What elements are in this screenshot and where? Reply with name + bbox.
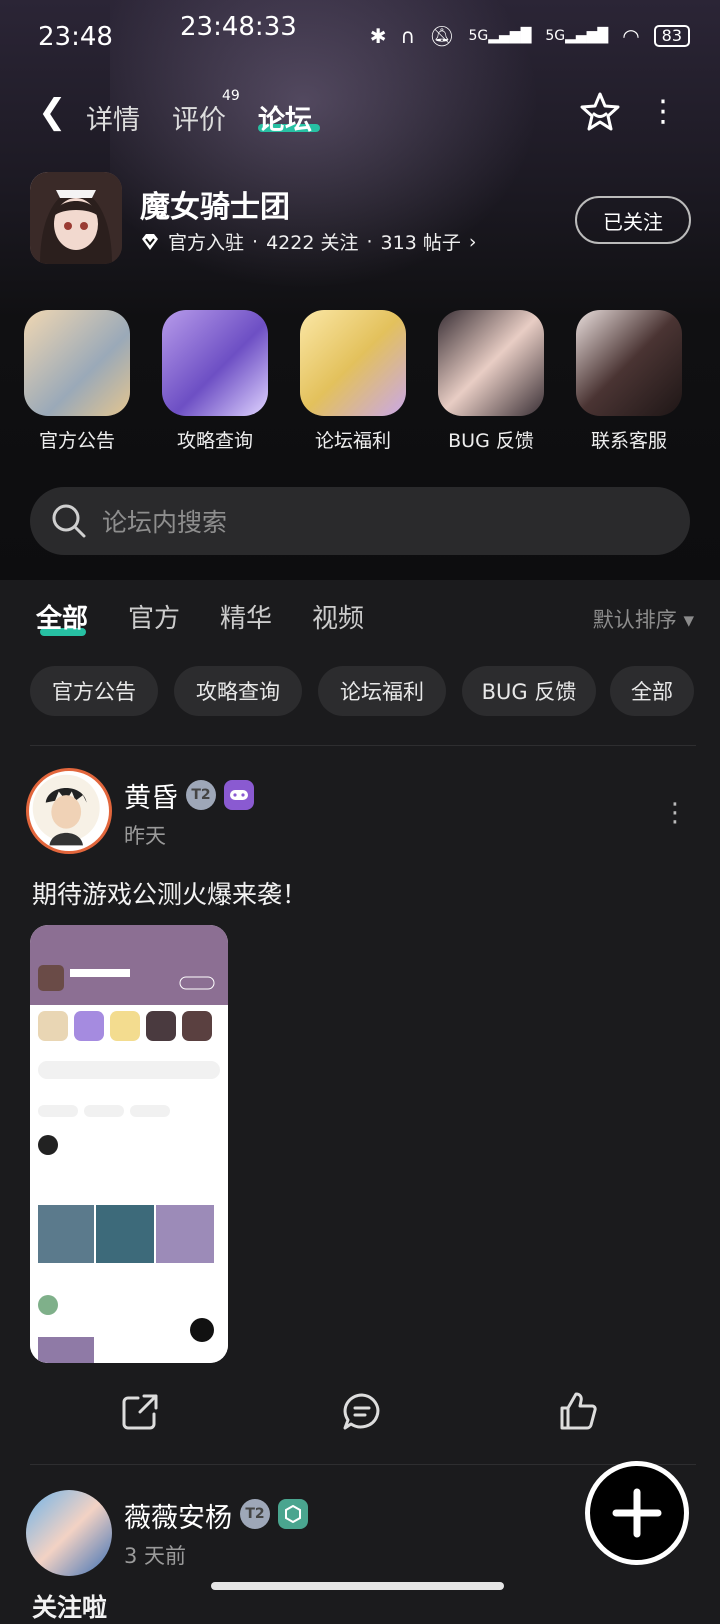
filter-tab-all[interactable]: 全部	[36, 598, 88, 635]
filter-tab-official[interactable]: 官方	[128, 598, 180, 635]
chip-all[interactable]: 全部	[610, 666, 694, 716]
separator-dot: ·	[366, 230, 373, 253]
quick-link-bug-report[interactable]: BUG 反馈	[436, 310, 546, 453]
quick-link-label: 论坛福利	[314, 430, 391, 452]
create-post-button[interactable]	[585, 1461, 689, 1565]
search-placeholder: 论坛内搜索	[102, 508, 228, 537]
sort-dropdown[interactable]: 默认排序 ▾	[593, 604, 694, 634]
customer-service-thumbnail	[576, 310, 682, 416]
post-author-avatar[interactable]	[26, 1490, 112, 1576]
separator-dot: ·	[252, 230, 259, 253]
plus-icon	[612, 1488, 662, 1538]
benefits-thumbnail	[300, 310, 406, 416]
status-icons: ✱ ∩ 🔕︎ 5G▂▄▆█ 5G▂▄▆█ ◠ 83	[370, 24, 690, 48]
app-icon	[30, 172, 122, 264]
quick-link-guides[interactable]: 攻略查询	[160, 310, 270, 453]
filter-tabs: 全部 官方 精华 视频 默认排序 ▾	[0, 598, 720, 648]
quick-link-label: 官方公告	[38, 430, 115, 452]
followers-count[interactable]: 4222 关注	[266, 228, 358, 255]
wifi-icon: ◠	[622, 24, 640, 48]
post-text[interactable]: 期待游戏公测火爆来袭！	[32, 875, 307, 911]
post-divider	[30, 1464, 696, 1465]
post-text[interactable]: 关注啦	[32, 1588, 107, 1624]
post-more-icon[interactable]: ⋮	[662, 798, 688, 828]
forum-stats: 官方入驻 · 4222 关注 · 313 帖子 ›	[140, 228, 476, 255]
quick-link-label: BUG 反馈	[448, 430, 534, 452]
verified-diamond-icon	[142, 233, 158, 250]
post-author-name[interactable]: 黄昏	[124, 776, 178, 815]
mute-icon: 🔕︎	[429, 24, 455, 48]
posts-count[interactable]: 313 帖子	[381, 228, 461, 255]
guides-thumbnail	[162, 310, 268, 416]
share-icon[interactable]	[118, 1390, 162, 1434]
section-divider	[30, 745, 696, 746]
official-label: 官方入驻	[168, 232, 245, 254]
like-icon[interactable]	[556, 1390, 600, 1434]
gamer-badge-icon	[224, 780, 254, 810]
post-author-name[interactable]: 薇薇安杨	[124, 1496, 232, 1535]
back-arrow-icon[interactable]: ❮	[38, 92, 67, 132]
post-time: 昨天	[124, 824, 166, 848]
status-bar: 23:48 23:48:33 ✱ ∩ 🔕︎ 5G▂▄▆█ 5G▂▄▆█ ◠ 83	[0, 0, 720, 80]
reviews-count-badge: 49	[222, 88, 240, 104]
announcements-thumbnail	[24, 310, 130, 416]
dropdown-arrow-icon: ▾	[683, 608, 694, 632]
quick-link-label: 联系客服	[590, 430, 667, 452]
post-author-avatar[interactable]	[26, 768, 112, 854]
more-options-icon[interactable]: ⋮	[648, 94, 678, 129]
quick-link-benefits[interactable]: 论坛福利	[298, 310, 408, 453]
battery-icon: 83	[653, 25, 690, 47]
level-badge-icon: T2	[240, 1499, 270, 1529]
signal-icon-2: 5G▂▄▆█	[545, 28, 609, 44]
tab-reviews[interactable]: 评价	[172, 98, 226, 137]
bluetooth-icon: ✱	[369, 24, 387, 48]
tab-forum[interactable]: 论坛	[258, 98, 312, 137]
chip-benefits[interactable]: 论坛福利	[318, 666, 446, 716]
search-icon	[52, 504, 86, 538]
forum-search-bar[interactable]: 论坛内搜索	[30, 487, 690, 555]
forum-title: 魔女骑士团	[140, 190, 290, 225]
post-time: 3 天前	[124, 1544, 187, 1568]
chip-bug-report[interactable]: BUG 反馈	[462, 666, 596, 716]
filter-tab-video[interactable]: 视频	[312, 598, 364, 635]
top-nav: ❮ 详情 评价 49 论坛 ⋮	[0, 88, 720, 138]
level-badge-icon: T2	[186, 780, 216, 810]
guild-badge-icon	[278, 1499, 308, 1529]
status-time: 23:48	[38, 22, 113, 52]
comment-icon[interactable]	[340, 1390, 384, 1434]
filter-tab-featured[interactable]: 精华	[220, 598, 272, 635]
bug-report-thumbnail	[438, 310, 544, 416]
tab-details[interactable]: 详情	[86, 98, 140, 137]
home-indicator[interactable]	[211, 1582, 504, 1590]
chip-guides[interactable]: 攻略查询	[174, 666, 302, 716]
embedded-screenshot-thumbnail	[30, 925, 228, 1363]
quick-link-label: 攻略查询	[176, 430, 253, 452]
chip-announcements[interactable]: 官方公告	[30, 666, 158, 716]
signal-icon: 5G▂▄▆█	[468, 28, 532, 44]
follow-button[interactable]: 已关注	[575, 196, 691, 244]
earbuds-icon: ∩	[400, 24, 416, 48]
overlay-clock: 23:48:33	[180, 12, 297, 42]
quick-link-customer-service[interactable]: 联系客服	[574, 310, 684, 453]
post-screenshot-image[interactable]	[30, 925, 228, 1363]
quick-link-announcements[interactable]: 官方公告	[22, 310, 132, 453]
favorite-star-icon[interactable]	[578, 90, 622, 134]
chevron-right-icon[interactable]: ›	[469, 231, 477, 253]
